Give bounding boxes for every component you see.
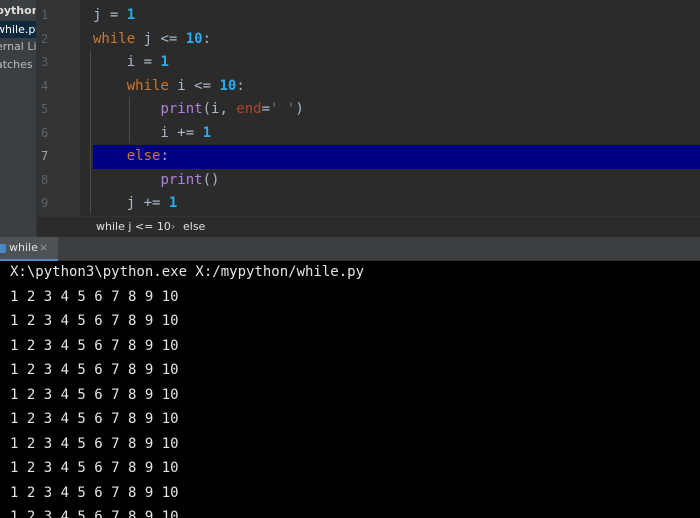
code-token: 1 [160, 54, 169, 70]
breadcrumb-item-else[interactable]: else [183, 217, 205, 237]
python-run-icon [0, 244, 6, 253]
console-output-line: 1 2 3 4 5 6 7 8 9 10 [10, 435, 179, 452]
run-tab-label: while [9, 241, 38, 254]
console-output-line: 1 2 3 4 5 6 7 8 9 10 [10, 386, 179, 403]
code-line[interactable]: print() [93, 169, 700, 193]
line-number: 5 [41, 102, 49, 116]
line-number: 2 [41, 31, 49, 46]
console-command-line: X:\python3\python.exe X:/mypython/while.… [10, 264, 365, 280]
scratches-item[interactable]: atches a [0, 56, 36, 73]
console-output-line: 1 2 3 4 5 6 7 8 9 10 [10, 362, 179, 378]
code-token: : [202, 30, 212, 47]
project-root-item[interactable]: python [0, 2, 36, 19]
code-line[interactable]: i += 1 [93, 122, 700, 146]
code-token: 1 [202, 124, 212, 141]
code-line[interactable]: j = 1 [93, 4, 700, 28]
code-token: (i, [202, 101, 237, 117]
code-token: ' ' [270, 101, 296, 117]
console-output-line: 1 2 3 4 5 6 7 8 9 10 [10, 288, 179, 305]
code-token: else [126, 148, 161, 164]
line-number: 4 [41, 78, 49, 93]
code-token: end [236, 101, 262, 117]
console-output-line: 1 2 3 4 5 6 7 8 9 10 [10, 313, 179, 329]
console-output-line: 1 2 3 4 5 6 7 8 9 10 [10, 411, 179, 427]
run-console[interactable]: X:\python3\python.exe X:/mypython/while.… [0, 261, 700, 518]
breadcrumb-item-while[interactable]: while j <= 10 [96, 217, 171, 237]
console-output-line: 1 2 3 4 5 6 7 8 9 10 [10, 509, 179, 518]
console-output-line: 1 2 3 4 5 6 7 8 9 10 [10, 337, 179, 354]
code-editor[interactable]: j = 1 while j <= 10: i = 1 while i <= 10:… [80, 0, 700, 216]
code-line[interactable]: j += 1 [93, 192, 700, 216]
code-token: 1 [126, 7, 136, 23]
code-token: while [93, 30, 136, 47]
code-token: 10 [185, 30, 203, 47]
external-libraries-item[interactable]: ernal Lil [0, 38, 37, 55]
line-number: 8 [41, 172, 49, 187]
code-line[interactable]: print(i, end=' ') [93, 98, 700, 122]
project-sidebar: python while.py ernal Lil atches a [0, 0, 37, 237]
close-icon[interactable]: × [39, 241, 48, 255]
code-token: : [236, 77, 245, 94]
tab-run-while[interactable]: while × [0, 237, 58, 261]
code-token: = [261, 101, 271, 117]
editor-gutter: 1 2 3 4 5 6 7 8 9 [37, 0, 92, 216]
code-token: 10 [219, 77, 237, 94]
code-token: 1 [168, 195, 178, 211]
indent-guide [90, 50, 91, 214]
file-item-while-py[interactable]: while.py [0, 21, 36, 38]
console-output-line: 1 2 3 4 5 6 7 8 9 10 [10, 484, 179, 501]
code-token: i += [93, 124, 203, 141]
project-root-label: python [0, 4, 36, 17]
code-token: ) [295, 101, 304, 117]
run-tool-window-header: while × [0, 237, 700, 261]
code-token: print [160, 171, 203, 188]
code-line[interactable]: while i <= 10: [93, 75, 700, 99]
scratches-label: atches a [0, 58, 36, 71]
line-number: 3 [41, 55, 49, 69]
code-token: j = [93, 7, 127, 23]
line-number: 7 [41, 149, 49, 163]
code-token: print [160, 101, 203, 117]
breadcrumb: while j <= 10 › else [37, 216, 700, 237]
code-token: () [202, 171, 220, 188]
console-output-line: 1 2 3 4 5 6 7 8 9 10 [10, 460, 179, 476]
breadcrumb-separator: › [171, 220, 176, 233]
line-number: 6 [41, 125, 49, 140]
line-number: 9 [41, 196, 49, 210]
code-token: while [126, 77, 169, 94]
code-line[interactable]: while j <= 10: [93, 28, 700, 52]
code-line[interactable]: else: [93, 145, 700, 169]
code-token: j += [93, 195, 169, 211]
code-line[interactable]: i = 1 [93, 51, 700, 75]
code-token: j <= [135, 30, 186, 47]
file-item-label: while.py [0, 23, 36, 36]
code-token: i <= [168, 77, 220, 94]
line-number: 1 [41, 8, 49, 22]
code-token: : [160, 148, 169, 164]
external-libraries-label: ernal Lil [0, 40, 37, 53]
code-token: i = [93, 54, 161, 70]
